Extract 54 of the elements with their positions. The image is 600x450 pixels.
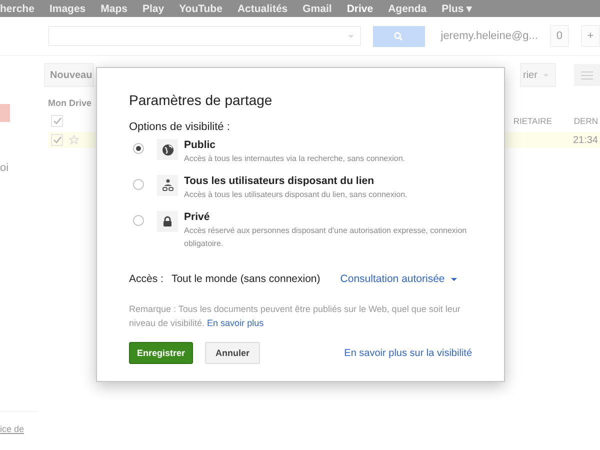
option-description: Accès à tous les utilisateurs disposant du lien, sans connexion. <box>184 189 408 201</box>
access-label: Accès : <box>129 273 164 285</box>
nav-link[interactable]: Gmail <box>302 2 332 14</box>
search-field[interactable] <box>48 26 361 46</box>
access-value: Tout le monde (sans connexion) <box>171 273 320 285</box>
sidebar-item[interactable]: oi <box>0 162 48 174</box>
column-header[interactable]: RIETAIRE <box>513 116 552 126</box>
nav-link[interactable]: herche <box>0 2 34 14</box>
option-title: Privé <box>184 211 211 223</box>
list-icon <box>581 70 593 80</box>
lock-icon <box>163 216 172 227</box>
column-header[interactable]: DERN <box>574 116 598 126</box>
row-checkbox[interactable] <box>51 134 63 146</box>
caret-icon <box>348 34 354 38</box>
option-description: Accès à tous les internautes via la recherche, sans connexion. <box>184 153 406 165</box>
nav-link[interactable]: Images <box>49 2 86 14</box>
cancel-button[interactable]: Annuler <box>205 342 260 364</box>
option-description: Accès réservé aux personnes disposant d'une autorisation expresse, connexion obligatoire. <box>184 225 468 250</box>
create-button[interactable] <box>0 104 10 122</box>
option-title: Public <box>184 139 217 151</box>
notification-count[interactable]: 0 <box>550 25 569 47</box>
permission-dropdown[interactable]: Consultation autorisée <box>340 268 457 290</box>
visibility-help-link[interactable]: En savoir plus sur la visibilité <box>344 348 472 358</box>
nav-link[interactable]: Agenda <box>388 2 427 14</box>
nav-link[interactable]: Play <box>142 2 164 14</box>
breadcrumb[interactable]: Mon Drive <box>48 98 92 108</box>
note-text: Remarque : Tous les documents peuvent être publiés sur le Web, quel que soit leur niveau de visibilité. En savoir plus <box>129 303 462 330</box>
options-label: Options de visibilité : <box>129 121 231 133</box>
users-icon <box>162 179 174 192</box>
caret-icon <box>450 278 457 280</box>
nav-link[interactable]: Drive <box>346 2 374 14</box>
search-button[interactable] <box>372 26 425 46</box>
radio-button[interactable] <box>133 143 144 154</box>
list-view-button[interactable] <box>574 64 600 86</box>
nav-link[interactable]: Maps <box>100 2 128 14</box>
star-icon[interactable] <box>69 135 79 145</box>
nav-link[interactable]: Plus ▾ <box>442 2 473 15</box>
dialog-title: Paramètres de partage <box>129 92 274 108</box>
nav-link[interactable]: YouTube <box>179 2 222 14</box>
radio-button[interactable] <box>133 179 144 190</box>
learn-more-link[interactable]: En savoir plus <box>207 318 264 328</box>
option-title: Tous les utilisateurs disposant du lien <box>184 175 376 187</box>
search-icon <box>394 32 404 40</box>
save-button[interactable]: Enregistrer <box>129 342 194 364</box>
radio-button[interactable] <box>133 215 144 226</box>
nav-link[interactable]: Actualités <box>237 2 288 14</box>
new-folder-button[interactable]: Nouveau <box>44 63 94 87</box>
account-name[interactable]: jeremy.heleine@g... <box>440 30 538 42</box>
globe-icon <box>162 144 174 156</box>
share-button[interactable]: + <box>580 25 600 47</box>
select-all-checkbox[interactable] <box>51 115 63 127</box>
modified-time: 21:34 <box>572 134 598 146</box>
footer-link[interactable]: ice de <box>0 411 38 434</box>
sort-button[interactable]: rier <box>520 63 556 87</box>
